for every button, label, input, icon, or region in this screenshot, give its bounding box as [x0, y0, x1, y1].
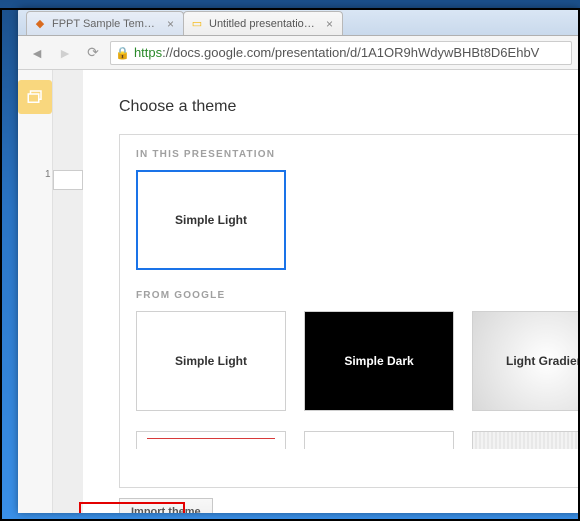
- layers-icon: [26, 88, 44, 106]
- url-path: ://docs.google.com/presentation/d/1A1OR9…: [162, 45, 539, 60]
- address-bar: ◄ ► ⟳ 🔒 https://docs.google.com/presenta…: [18, 36, 580, 70]
- browser-tab-strip: ◆ FPPT Sample Template - G × ▭ Untitled …: [18, 8, 580, 36]
- browser-tab[interactable]: ◆ FPPT Sample Template - G ×: [26, 11, 184, 35]
- slide-number: 1: [45, 169, 51, 180]
- back-button[interactable]: ◄: [26, 42, 48, 64]
- dialog-title: Choose a theme: [119, 98, 580, 116]
- theme-option[interactable]: [472, 431, 580, 449]
- theme-label: Light Gradient: [506, 354, 580, 368]
- theme-dialog: Choose a theme IN THIS PRESENTATION Simp…: [83, 70, 580, 513]
- theme-option[interactable]: Simple Dark: [304, 311, 454, 411]
- tab-title: Untitled presentation - Go: [209, 18, 317, 30]
- tab-title: FPPT Sample Template - G: [52, 18, 158, 30]
- theme-option[interactable]: [304, 431, 454, 449]
- theme-option[interactable]: [136, 431, 286, 449]
- layers-button[interactable]: [18, 80, 52, 114]
- forward-button[interactable]: ►: [54, 42, 76, 64]
- reload-button[interactable]: ⟳: [82, 42, 104, 64]
- favicon-icon: ▭: [190, 17, 204, 31]
- section-label-from-google: FROM GOOGLE: [136, 290, 580, 301]
- slide-panel: 1: [53, 70, 83, 513]
- browser-tab[interactable]: ▭ Untitled presentation - Go ×: [183, 11, 343, 35]
- close-icon[interactable]: ×: [323, 17, 336, 30]
- section-label-in-this: IN THIS PRESENTATION: [136, 149, 580, 160]
- theme-option[interactable]: Simple Light: [136, 311, 286, 411]
- theme-label: Simple Dark: [344, 354, 413, 368]
- url-input[interactable]: 🔒 https://docs.google.com/presentation/d…: [110, 41, 572, 65]
- url-scheme: https: [134, 45, 162, 60]
- left-rail: [18, 70, 53, 513]
- lock-icon: 🔒: [115, 46, 130, 60]
- theme-option[interactable]: Light Gradient: [472, 311, 580, 411]
- slide-thumbnail[interactable]: 1: [53, 170, 83, 190]
- theme-label: Simple Light: [175, 213, 247, 227]
- close-icon[interactable]: ×: [164, 17, 177, 30]
- favicon-icon: ◆: [33, 17, 47, 31]
- import-theme-button[interactable]: Import theme: [119, 498, 213, 513]
- theme-label: Simple Light: [175, 354, 247, 368]
- theme-panel: IN THIS PRESENTATION Simple Light FROM G…: [119, 134, 580, 488]
- theme-option[interactable]: Simple Light: [136, 170, 286, 270]
